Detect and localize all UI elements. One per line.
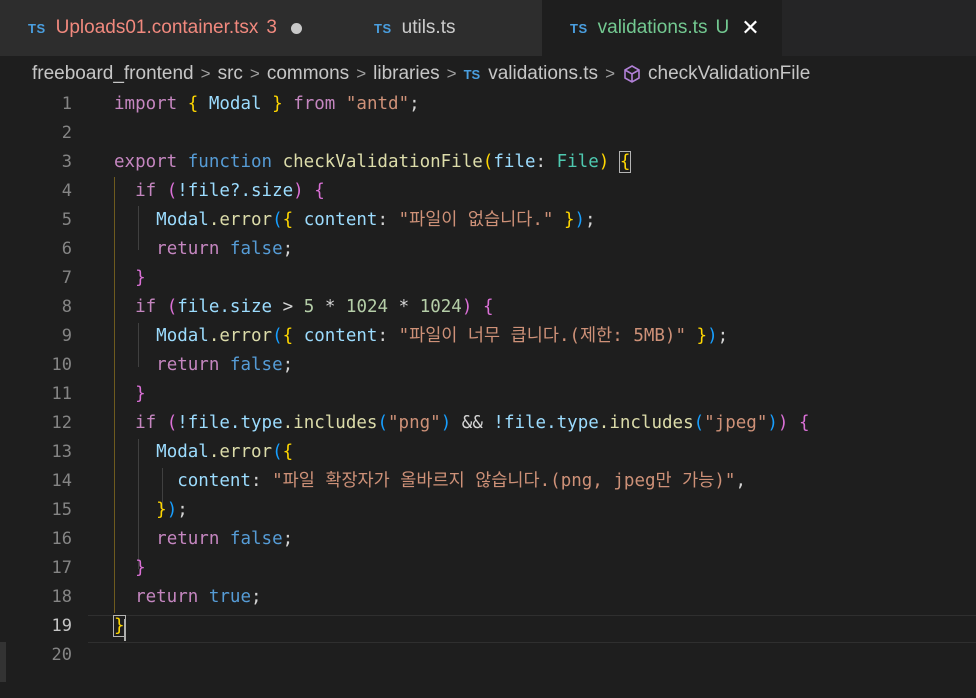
line-number: 13 xyxy=(51,442,72,462)
tab-label: validations.ts xyxy=(597,17,708,38)
tab-bar: TS Uploads01.container.tsx 3 TS utils.ts… xyxy=(0,0,976,56)
breadcrumb-symbol[interactable]: checkValidationFile xyxy=(648,63,810,85)
code-editor[interactable]: 1 import { Modal } from "antd"; 2 3 export… xyxy=(0,90,976,698)
breadcrumb-separator: > xyxy=(200,64,211,83)
code-line: 15 }); xyxy=(0,496,976,525)
unsaved-dot-icon[interactable] xyxy=(291,22,302,34)
line-number: 14 xyxy=(51,471,72,491)
code-line: 1 import { Modal } from "antd"; xyxy=(0,90,976,119)
code-line: 12 if (!file.type.includes("png") && !fi… xyxy=(0,409,976,438)
line-number: 2 xyxy=(61,123,72,143)
line-number: 3 xyxy=(61,152,72,172)
breadcrumb-item[interactable]: libraries xyxy=(373,63,440,85)
typescript-file-icon: TS xyxy=(463,66,481,82)
code-line: 2 xyxy=(0,119,976,148)
code-line: 5 Modal.error({ content: "파일이 없습니다." }); xyxy=(0,206,976,235)
line-number: 5 xyxy=(61,210,72,230)
code-line: 11 } xyxy=(0,380,976,409)
line-number: 4 xyxy=(61,181,72,201)
tab-validations[interactable]: TS validations.ts U ✕ xyxy=(542,0,782,56)
code-line: 3 export function checkValidationFile(fil… xyxy=(0,148,976,177)
typescript-file-icon: TS xyxy=(570,20,588,36)
code-line-active: 19} xyxy=(0,612,976,641)
line-number: 12 xyxy=(51,413,72,433)
tab-uploads-container[interactable]: TS Uploads01.container.tsx 3 xyxy=(0,0,346,56)
text-cursor xyxy=(124,619,126,641)
matched-brace: } xyxy=(113,615,126,637)
code-line: 18 return true; xyxy=(0,583,976,612)
breadcrumb-item[interactable]: src xyxy=(218,63,243,85)
breadcrumb-file[interactable]: validations.ts xyxy=(488,63,598,85)
code-line: 20 xyxy=(0,641,976,670)
code-line: 9 Modal.error({ content: "파일이 너무 큽니다.(제한… xyxy=(0,322,976,351)
code-line: 8 if (file.size > 5 * 1024 * 1024) { xyxy=(0,293,976,322)
code-line: 10 return false; xyxy=(0,351,976,380)
problem-count-badge: 3 xyxy=(266,17,277,38)
line-number: 8 xyxy=(61,297,72,317)
line-number: 15 xyxy=(51,500,72,520)
line-number: 9 xyxy=(61,326,72,346)
line-number-active: 19 xyxy=(51,616,72,636)
line-number: 7 xyxy=(61,268,72,288)
code-line: 16 return false; xyxy=(0,525,976,554)
code-line: 14 content: "파일 확장자가 올바르지 않습니다.(png, jpe… xyxy=(0,467,976,496)
untracked-status-badge: U xyxy=(715,17,730,38)
close-icon[interactable]: ✕ xyxy=(741,17,759,39)
line-number: 20 xyxy=(51,645,72,665)
line-number: 6 xyxy=(61,239,72,259)
breadcrumb-separator: > xyxy=(446,64,457,83)
breadcrumb-separator: > xyxy=(356,64,367,83)
breadcrumb: freeboard_frontend > src > commons > lib… xyxy=(32,60,810,88)
breadcrumb-item[interactable]: commons xyxy=(267,63,349,85)
typescript-file-icon: TS xyxy=(28,20,46,36)
code-line: 6 return false; xyxy=(0,235,976,264)
tab-utils[interactable]: TS utils.ts xyxy=(346,0,542,56)
code-line: 4 if (!file?.size) { xyxy=(0,177,976,206)
line-number: 11 xyxy=(51,384,72,404)
code-line: 13 Modal.error({ xyxy=(0,438,976,467)
tab-label: utils.ts xyxy=(401,17,456,38)
breadcrumb-separator: > xyxy=(249,64,260,83)
line-number: 16 xyxy=(51,529,72,549)
line-number: 18 xyxy=(51,587,72,607)
line-number: 17 xyxy=(51,558,72,578)
breadcrumb-item[interactable]: freeboard_frontend xyxy=(32,63,194,85)
matched-brace: { xyxy=(618,151,632,173)
code-line: 17 } xyxy=(0,554,976,583)
typescript-file-icon: TS xyxy=(374,20,392,36)
code-line: 7 } xyxy=(0,264,976,293)
line-number: 1 xyxy=(61,94,72,114)
tab-label: Uploads01.container.tsx xyxy=(55,17,259,38)
breadcrumb-separator: > xyxy=(605,64,615,83)
line-number: 10 xyxy=(51,355,72,375)
symbol-method-icon xyxy=(624,65,640,83)
